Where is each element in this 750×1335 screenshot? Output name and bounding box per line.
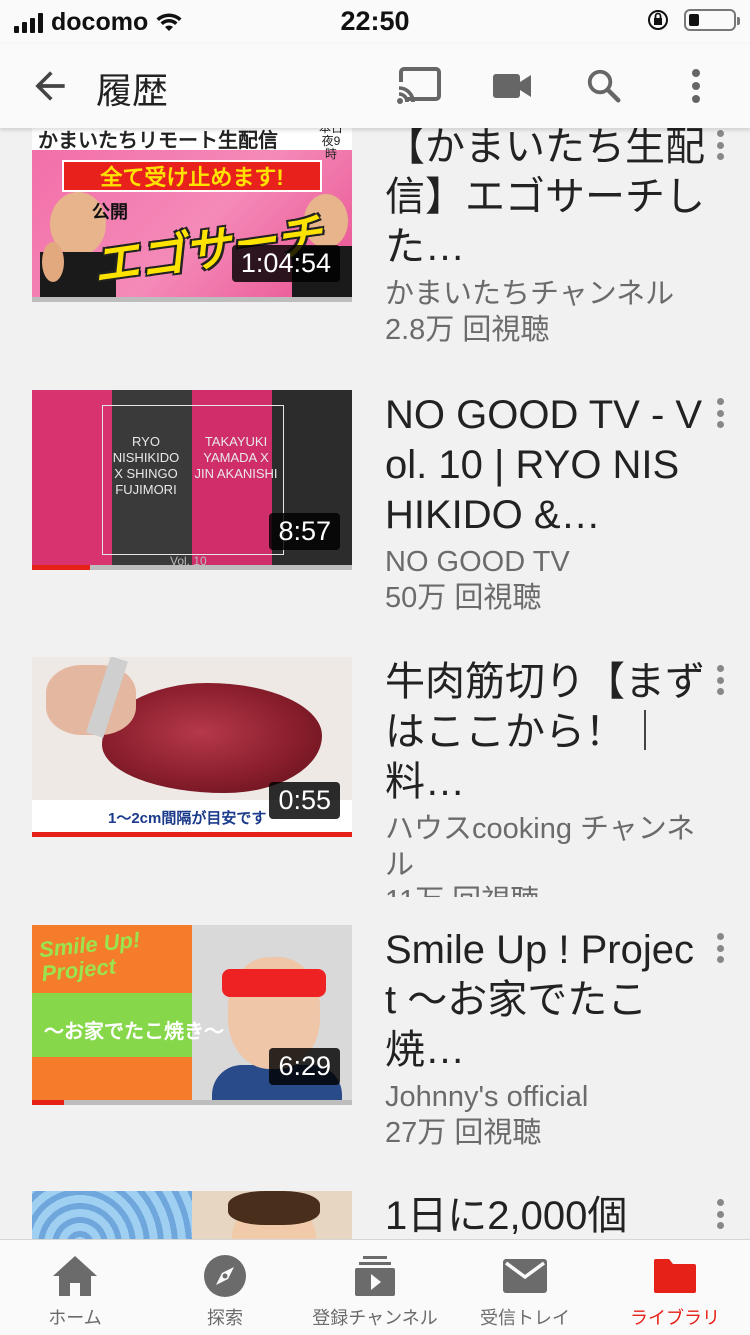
videocam-icon bbox=[493, 74, 531, 98]
inbox-icon bbox=[502, 1250, 548, 1302]
video-info[interactable]: 【かまいたち生配信】エゴサーチした… かまいたちチャンネル 2.8万 回視聴 bbox=[385, 128, 705, 348]
status-time: 22:50 bbox=[340, 6, 410, 36]
channel-name: かまいたちチャンネル bbox=[385, 278, 675, 310]
tab-explore[interactable]: 探索 bbox=[150, 1240, 300, 1335]
more-button[interactable] bbox=[712, 933, 728, 963]
view-count: 50万 回視聴 bbox=[385, 582, 542, 614]
watch-progress-fill bbox=[32, 1100, 64, 1105]
video-info[interactable]: NO GOOD TV - Vol. 10 | RYO NISHIKIDO &… … bbox=[385, 390, 705, 616]
video-title[interactable]: 牛肉筋切り【まずはここから！｜料… bbox=[385, 657, 705, 807]
more-button[interactable] bbox=[712, 1199, 728, 1229]
thumb-kokai: 公開 bbox=[92, 202, 128, 222]
bottom-navigation: ホーム 探索 登録チャンネル 受信トレイ ライブラリ bbox=[0, 1239, 750, 1335]
more-button[interactable] bbox=[712, 398, 728, 428]
thumb-panel bbox=[32, 390, 112, 570]
thumb-hand bbox=[42, 242, 64, 282]
duration-badge: 1:04:54 bbox=[231, 245, 340, 282]
more-vert-icon bbox=[692, 69, 700, 103]
back-button[interactable] bbox=[28, 64, 72, 108]
video-item[interactable]: RYO NISHIKIDO X SHINGO FUJIMORI TAKAYUKI… bbox=[0, 390, 750, 614]
watch-progress bbox=[32, 832, 352, 837]
video-thumbnail[interactable]: 1〜2cm間隔が目安です 0:55 bbox=[32, 657, 352, 837]
cast-icon bbox=[397, 67, 441, 106]
thumb-banner-text: かまいたちリモート生配信 bbox=[38, 130, 278, 152]
video-thumbnail[interactable]: Smile Up! Project 〜お家でたこ焼き〜 6:29 bbox=[32, 925, 352, 1105]
video-thumbnail[interactable]: RYO NISHIKIDO X SHINGO FUJIMORI TAKAYUKI… bbox=[32, 390, 352, 570]
thumb-hair bbox=[228, 1191, 320, 1225]
cast-button[interactable] bbox=[396, 62, 444, 110]
video-thumbnail[interactable] bbox=[32, 1191, 352, 1239]
video-item[interactable]: Smile Up! Project 〜お家でたこ焼き〜 6:29 Smile U… bbox=[0, 925, 750, 1149]
thumb-red-banner: 全て受け止めます! bbox=[62, 160, 322, 192]
tab-label: 登録チャンネル bbox=[312, 1308, 438, 1328]
arrow-back-icon bbox=[35, 71, 65, 101]
explore-icon bbox=[203, 1250, 247, 1302]
tab-label: ホーム bbox=[48, 1308, 102, 1328]
thumb-caption-text: 1〜2cm間隔が目安です bbox=[108, 810, 267, 827]
watch-progress bbox=[32, 565, 352, 570]
library-icon bbox=[652, 1250, 698, 1302]
history-list: かまいたちリモート生配信 本日 夜9時 全て受け止めます! 公開 エゴサーチ 1… bbox=[0, 128, 750, 1239]
camera-button[interactable] bbox=[488, 62, 536, 110]
watch-progress-fill bbox=[32, 565, 90, 570]
app-bar: 履歴 bbox=[0, 44, 750, 128]
tab-label: ライブラリ bbox=[630, 1308, 720, 1328]
battery-icon bbox=[684, 9, 740, 31]
thumb-time-note: 本日 夜9時 bbox=[318, 128, 343, 161]
thumb-headband bbox=[222, 969, 326, 997]
duration-badge: 6:29 bbox=[269, 1048, 340, 1085]
more-button[interactable] bbox=[712, 130, 728, 160]
video-thumbnail[interactable]: かまいたちリモート生配信 本日 夜9時 全て受け止めます! 公開 エゴサーチ 1… bbox=[32, 128, 352, 302]
view-count: 11万 回視聴 bbox=[385, 883, 705, 897]
search-icon bbox=[587, 69, 621, 103]
thumb-block bbox=[32, 1057, 192, 1105]
view-count: 27万 回視聴 bbox=[385, 1117, 542, 1149]
video-title[interactable]: 【かまいたち生配信】エゴサーチした… bbox=[385, 128, 705, 272]
video-info[interactable]: 牛肉筋切り【まずはここから！｜料… ハウスcooking チャンネル 11万 回… bbox=[385, 657, 705, 897]
video-item[interactable]: 1〜2cm間隔が目安です 0:55 牛肉筋切り【まずはここから！｜料… ハウスc… bbox=[0, 657, 750, 897]
page-title: 履歴 bbox=[96, 70, 169, 111]
channel-name: ハウスcooking チャンネル bbox=[385, 813, 696, 881]
thumb-ie-text: 〜お家でたこ焼き〜 bbox=[44, 1021, 224, 1043]
watch-progress-fill bbox=[32, 832, 352, 837]
app-bar-actions bbox=[396, 62, 720, 110]
subscriptions-icon bbox=[353, 1250, 397, 1302]
watch-progress bbox=[32, 1100, 352, 1105]
tab-label: 探索 bbox=[207, 1308, 243, 1328]
tab-library[interactable]: ライブラリ bbox=[600, 1240, 750, 1335]
home-icon bbox=[51, 1250, 99, 1302]
tab-home[interactable]: ホーム bbox=[0, 1240, 150, 1335]
more-button[interactable] bbox=[712, 665, 728, 695]
thumb-banner: かまいたちリモート生配信 本日 夜9時 bbox=[32, 128, 352, 161]
video-info[interactable]: 1日に2,000個 bbox=[385, 1191, 705, 1239]
video-item[interactable]: 1日に2,000個 bbox=[0, 1191, 750, 1239]
thumb-text-left: RYO NISHIKIDO X SHINGO FUJIMORI bbox=[112, 434, 180, 497]
video-title[interactable]: Smile Up ! Project 〜お家でたこ焼… bbox=[385, 925, 705, 1075]
view-count: 2.8万 回視聴 bbox=[385, 314, 550, 346]
channel-name: Johnny's official bbox=[385, 1081, 589, 1113]
overflow-menu-button[interactable] bbox=[672, 62, 720, 110]
tab-label: 受信トレイ bbox=[480, 1308, 570, 1328]
video-title[interactable]: NO GOOD TV - Vol. 10 | RYO NISHIKIDO &… bbox=[385, 390, 705, 540]
video-item[interactable]: かまいたちリモート生配信 本日 夜9時 全て受け止めます! 公開 エゴサーチ 1… bbox=[0, 128, 750, 346]
duration-badge: 8:57 bbox=[269, 513, 340, 550]
video-title[interactable]: 1日に2,000個 bbox=[385, 1191, 705, 1239]
watch-progress bbox=[32, 297, 352, 302]
tab-inbox[interactable]: 受信トレイ bbox=[450, 1240, 600, 1335]
status-bar: docomo 22:50 bbox=[0, 0, 750, 44]
orientation-lock-icon bbox=[648, 10, 668, 30]
tab-subscriptions[interactable]: 登録チャンネル bbox=[300, 1240, 450, 1335]
video-info[interactable]: Smile Up ! Project 〜お家でたこ焼… Johnny's off… bbox=[385, 925, 705, 1151]
channel-name: NO GOOD TV bbox=[385, 546, 570, 578]
search-button[interactable] bbox=[580, 62, 628, 110]
thumb-sky bbox=[32, 1191, 192, 1239]
thumb-text-right: TAKAYUKI YAMADA X JIN AKANISHI bbox=[194, 434, 278, 481]
status-right bbox=[646, 8, 740, 32]
duration-badge: 0:55 bbox=[269, 782, 340, 819]
